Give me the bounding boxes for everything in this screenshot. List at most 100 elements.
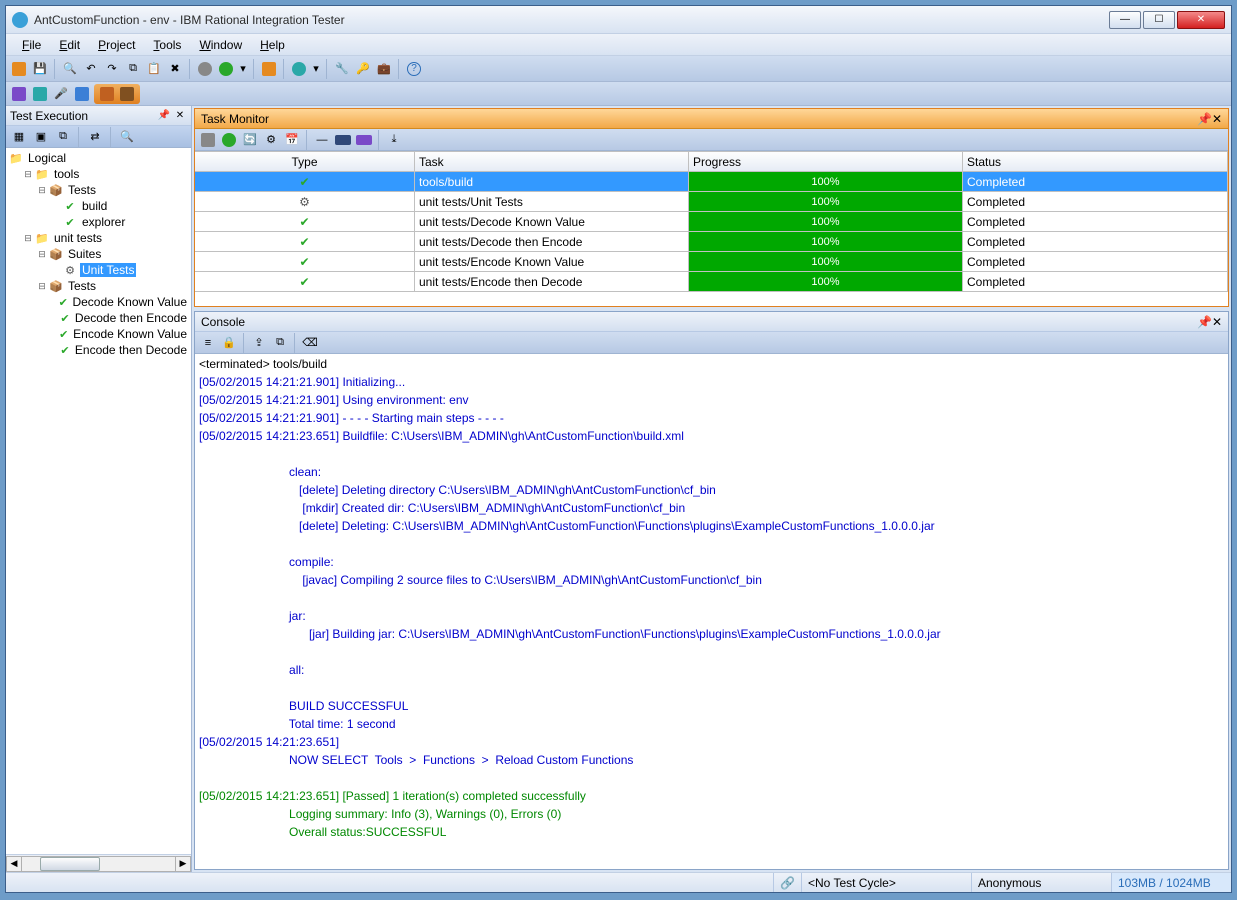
menu-tools[interactable]: Tools: [145, 36, 189, 54]
col-type[interactable]: Type: [195, 152, 415, 171]
menu-project[interactable]: Project: [90, 36, 143, 54]
con-export-icon[interactable]: ⇪: [250, 334, 268, 352]
tool-globe-icon[interactable]: [290, 60, 308, 78]
task-row[interactable]: ⚙unit tests/Unit Tests100%Completed: [195, 192, 1228, 212]
task-type-icon: ⚙: [195, 192, 415, 211]
pin-icon[interactable]: 📌: [157, 109, 171, 123]
col-progress[interactable]: Progress: [689, 152, 963, 171]
test-tree[interactable]: 📁Logical ⊟📁tools ⊟📦Tests ✔build ✔explore…: [6, 148, 191, 854]
minimize-button[interactable]: —: [1109, 11, 1141, 29]
tree-node-tools[interactable]: ⊟📁tools: [8, 166, 189, 182]
close-button[interactable]: ✕: [1177, 11, 1225, 29]
con-clear-icon[interactable]: ⌫: [301, 334, 319, 352]
status-testcycle-icon[interactable]: 🔗: [773, 873, 801, 892]
close-panel-icon[interactable]: ✕: [173, 109, 187, 123]
tree-collapse-icon[interactable]: ▣: [32, 128, 50, 146]
task-status: Completed: [963, 172, 1228, 191]
task-status: Completed: [963, 212, 1228, 231]
tree-node-encode-then-decode[interactable]: ✔Encode then Decode: [8, 342, 189, 358]
task-progress: 100%: [689, 252, 963, 271]
scroll-track[interactable]: [22, 856, 175, 872]
tree-node-encode-known[interactable]: ✔Encode Known Value: [8, 326, 189, 342]
tree-node-explorer[interactable]: ✔explorer: [8, 214, 189, 230]
persp-rec-icon[interactable]: [31, 85, 49, 103]
tool-key-icon[interactable]: 🔑: [354, 60, 372, 78]
tool-help-icon[interactable]: ?: [405, 60, 423, 78]
tree-node-decode-then-encode[interactable]: ✔Decode then Encode: [8, 310, 189, 326]
tool-globe-dropdown-icon[interactable]: ▾: [311, 60, 321, 78]
con-pin-icon[interactable]: 📌: [1197, 315, 1212, 329]
tm-stop-icon[interactable]: [199, 131, 217, 149]
persp-testlab-active[interactable]: [94, 84, 140, 104]
tm-remove-icon[interactable]: —: [313, 131, 331, 149]
tm-run-icon[interactable]: [220, 131, 238, 149]
tool-new-icon[interactable]: [10, 60, 28, 78]
col-status[interactable]: Status: [963, 152, 1228, 171]
tm-schedule-icon[interactable]: 📅: [283, 131, 301, 149]
col-task[interactable]: Task: [415, 152, 689, 171]
tree-node-unit-tests-suite[interactable]: ⚙Unit Tests: [8, 262, 189, 278]
con-close-icon[interactable]: ✕: [1212, 315, 1222, 329]
task-row[interactable]: ✔unit tests/Encode Known Value100%Comple…: [195, 252, 1228, 272]
tool-run-dropdown-icon[interactable]: ▾: [238, 60, 248, 78]
tool-env-icon[interactable]: [260, 60, 278, 78]
tool-run-icon[interactable]: [217, 60, 235, 78]
con-list-icon[interactable]: ≡: [199, 334, 217, 352]
tree-node-unittests[interactable]: ⊟📁unit tests: [8, 230, 189, 246]
titlebar: AntCustomFunction - env - IBM Rational I…: [6, 6, 1231, 34]
task-row[interactable]: ✔unit tests/Decode Known Value100%Comple…: [195, 212, 1228, 232]
tm-config-icon[interactable]: ⚙: [262, 131, 280, 149]
tool-wrench-icon[interactable]: 🔧: [333, 60, 351, 78]
tree-filter-icon[interactable]: ⇄: [86, 128, 104, 146]
menu-window[interactable]: Window: [191, 36, 250, 54]
persp-arch-icon[interactable]: [10, 85, 28, 103]
con-lock-icon[interactable]: 🔒: [220, 334, 238, 352]
tree-expand-icon[interactable]: ▦: [10, 128, 28, 146]
status-memory[interactable]: 103MB / 1024MB: [1111, 873, 1231, 892]
scroll-thumb[interactable]: [40, 857, 100, 871]
menu-file[interactable]: File: [14, 36, 49, 54]
menu-edit[interactable]: Edit: [51, 36, 88, 54]
persp-chart-icon: [98, 85, 116, 103]
tool-undo-icon[interactable]: ↶: [82, 60, 100, 78]
tree-node-logical[interactable]: 📁Logical: [8, 150, 189, 166]
menu-help[interactable]: Help: [252, 36, 293, 54]
task-monitor-title: Task Monitor: [201, 112, 269, 126]
tm-console-icon[interactable]: [334, 131, 352, 149]
tool-briefcase-icon[interactable]: 💼: [375, 60, 393, 78]
tm-results-icon[interactable]: [355, 131, 373, 149]
tool-redo-icon[interactable]: ↷: [103, 60, 121, 78]
tree-node-tests[interactable]: ⊟📦Tests: [8, 278, 189, 294]
tool-save-icon[interactable]: 💾: [31, 60, 49, 78]
menubar: File Edit Project Tools Window Help: [6, 34, 1231, 56]
tm-close-icon[interactable]: ✕: [1212, 112, 1222, 126]
tree-node-suites[interactable]: ⊟📦Suites: [8, 246, 189, 262]
tool-delete-icon[interactable]: ✖: [166, 60, 184, 78]
task-row[interactable]: ✔unit tests/Decode then Encode100%Comple…: [195, 232, 1228, 252]
tm-refresh-icon[interactable]: 🔄: [241, 131, 259, 149]
tree-node-build[interactable]: ✔build: [8, 198, 189, 214]
scroll-left-icon[interactable]: ◀: [6, 856, 22, 872]
persp-req-icon[interactable]: [73, 85, 91, 103]
tree-node-decode-known[interactable]: ✔Decode Known Value: [8, 294, 189, 310]
tool-paste-icon[interactable]: 📋: [145, 60, 163, 78]
tree-hscrollbar[interactable]: ◀ ▶: [6, 854, 191, 872]
task-name: unit tests/Decode then Encode: [415, 232, 689, 251]
tool-copy-icon[interactable]: ⧉: [124, 60, 142, 78]
status-user: Anonymous: [971, 873, 1111, 892]
con-copy-icon[interactable]: ⧉: [271, 334, 289, 352]
console-output[interactable]: <terminated> tools/build [05/02/2015 14:…: [195, 354, 1228, 869]
task-row[interactable]: ✔unit tests/Encode then Decode100%Comple…: [195, 272, 1228, 292]
tool-search-icon[interactable]: 🔍: [61, 60, 79, 78]
tm-autoscroll-icon[interactable]: ⤓: [385, 131, 403, 149]
tree-copy-icon[interactable]: ⧉: [54, 128, 72, 146]
tool-record-icon[interactable]: [196, 60, 214, 78]
scroll-right-icon[interactable]: ▶: [175, 856, 191, 872]
maximize-button[interactable]: ☐: [1143, 11, 1175, 29]
tree-search-icon[interactable]: 🔍: [118, 128, 136, 146]
tm-pin-icon[interactable]: 📌: [1197, 112, 1212, 126]
persp-mic-icon[interactable]: 🎤: [52, 85, 70, 103]
tree-node-tools-tests[interactable]: ⊟📦Tests: [8, 182, 189, 198]
task-row[interactable]: ✔tools/build100%Completed: [195, 172, 1228, 192]
status-testcycle[interactable]: <No Test Cycle>: [801, 873, 971, 892]
